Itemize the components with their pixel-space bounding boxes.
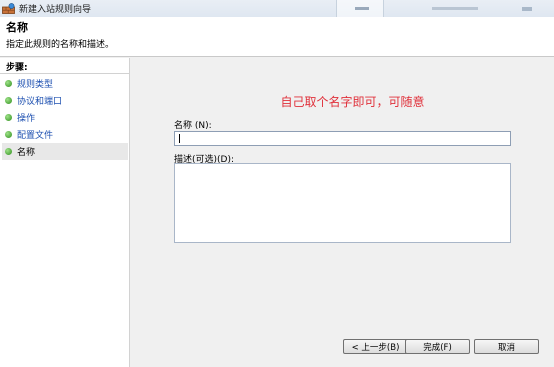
step-bullet-icon [5, 80, 12, 87]
background-window-fragment [336, 0, 384, 17]
description-textarea[interactable] [174, 163, 511, 243]
divider [0, 73, 130, 74]
wizard-header: 名称 指定此规则的名称和描述。 [0, 17, 554, 57]
background-window-fragment [518, 0, 538, 17]
back-button[interactable]: < 上一步(B) [343, 339, 408, 354]
step-bullet-icon [5, 114, 12, 121]
step-protocol-ports[interactable]: 协议和端口 [2, 92, 128, 109]
firewall-icon [2, 3, 15, 14]
name-input[interactable] [174, 131, 511, 146]
step-bullet-icon [5, 97, 12, 104]
step-label: 配置文件 [17, 131, 54, 141]
annotation-hint: 自己取个名字即可，可随意 [280, 95, 425, 109]
name-label: 名称 (N): [174, 121, 212, 131]
cancel-button[interactable]: 取消 [474, 339, 539, 354]
step-label: 操作 [17, 114, 36, 124]
title-bar: 新建入站规则向导 [0, 0, 554, 17]
steps-heading: 步骤: [6, 63, 28, 73]
content-pane: 自己取个名字即可，可随意 名称 (N): 描述(可选)(D): < 上一步(B)… [131, 58, 554, 367]
step-label: 协议和端口 [17, 97, 63, 107]
text-caret [179, 134, 180, 143]
step-label: 规则类型 [17, 80, 54, 90]
steps-list: 规则类型 协议和端口 操作 配置文件 名称 [2, 75, 128, 160]
steps-pane: 步骤: 规则类型 协议和端口 操作 配置文件 名称 [0, 58, 130, 367]
page-title: 名称 [6, 21, 28, 34]
finish-button[interactable]: 完成(F) [405, 339, 470, 354]
window-title: 新建入站规则向导 [19, 5, 92, 15]
step-bullet-icon [5, 131, 12, 138]
step-label: 名称 [17, 148, 36, 158]
step-rule-type[interactable]: 规则类型 [2, 75, 128, 92]
step-name: 名称 [2, 143, 128, 160]
step-profile[interactable]: 配置文件 [2, 126, 128, 143]
step-action[interactable]: 操作 [2, 109, 128, 126]
step-bullet-icon [5, 148, 12, 155]
background-window-fragment [410, 0, 508, 17]
page-subtitle: 指定此规则的名称和描述。 [6, 40, 115, 50]
